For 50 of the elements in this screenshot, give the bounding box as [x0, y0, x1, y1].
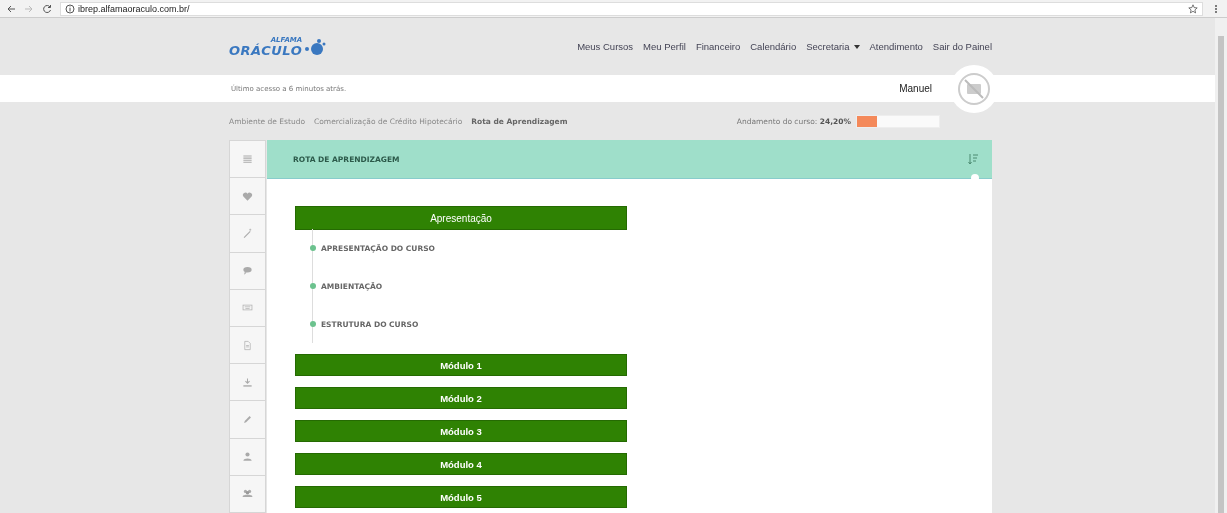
sidebar-button[interactable]	[229, 252, 266, 290]
keyboard-icon	[242, 302, 253, 314]
nav-link[interactable]: Atendimento	[869, 41, 923, 52]
section-header[interactable]: Módulo 5	[295, 486, 627, 508]
caret-icon	[853, 44, 860, 49]
user-icon	[242, 451, 253, 463]
section-header[interactable]: Apresentação	[295, 206, 627, 230]
download-icon	[242, 376, 253, 388]
timeline-dot	[310, 321, 316, 327]
sidebar-button[interactable]	[229, 401, 266, 439]
section-header[interactable]: Módulo 2	[295, 387, 627, 409]
pencil-icon	[242, 414, 253, 425]
chat-icon	[242, 265, 253, 277]
sidebar-button[interactable]	[229, 327, 266, 365]
sidebar-button[interactable]	[229, 178, 266, 216]
info-icon[interactable]	[65, 3, 75, 14]
user-name: Manuel	[899, 83, 932, 94]
timeline-dot	[310, 283, 316, 289]
logo-text: ORÁCULO	[229, 43, 303, 57]
reload-icon[interactable]	[42, 3, 52, 14]
sidebar-button[interactable]	[229, 215, 266, 253]
document-icon	[242, 339, 253, 351]
sidebar-button[interactable]	[229, 140, 266, 179]
nav-link[interactable]: Sair do Painel	[932, 41, 992, 52]
handle-dot	[971, 174, 979, 182]
forward-icon[interactable]	[24, 3, 34, 14]
heart-icon	[242, 190, 253, 202]
section-header[interactable]: Módulo 3	[295, 420, 627, 442]
no-photo-icon	[957, 72, 991, 106]
menu-icon	[242, 153, 253, 165]
sidebar-button[interactable]	[229, 364, 266, 402]
sidebar-button[interactable]	[229, 438, 266, 476]
sort-icon[interactable]	[968, 153, 978, 165]
star-icon[interactable]	[1188, 3, 1198, 14]
nav-link[interactable]: Meu Perfil	[643, 41, 686, 52]
scrollbar[interactable]	[1215, 18, 1227, 513]
section-header[interactable]: Módulo 1	[295, 354, 627, 376]
users-icon	[242, 488, 253, 500]
bubbles-icon	[304, 37, 327, 56]
sidebar-button[interactable]	[229, 475, 266, 513]
nav-link[interactable]: Secretaria	[806, 41, 860, 52]
timeline-dot	[310, 245, 316, 251]
nav-link[interactable]: Calendário	[750, 41, 797, 52]
address-bar[interactable]: ibrep.alfamaoraculo.com.br/	[60, 1, 1203, 16]
wand-icon	[242, 228, 253, 239]
back-icon[interactable]	[6, 3, 16, 14]
nav-link[interactable]: Financeiro	[695, 41, 741, 52]
sidebar-button[interactable]	[229, 289, 266, 327]
nav-link[interactable]: Meus Cursos	[577, 41, 634, 52]
section-header[interactable]: Módulo 4	[295, 453, 627, 475]
